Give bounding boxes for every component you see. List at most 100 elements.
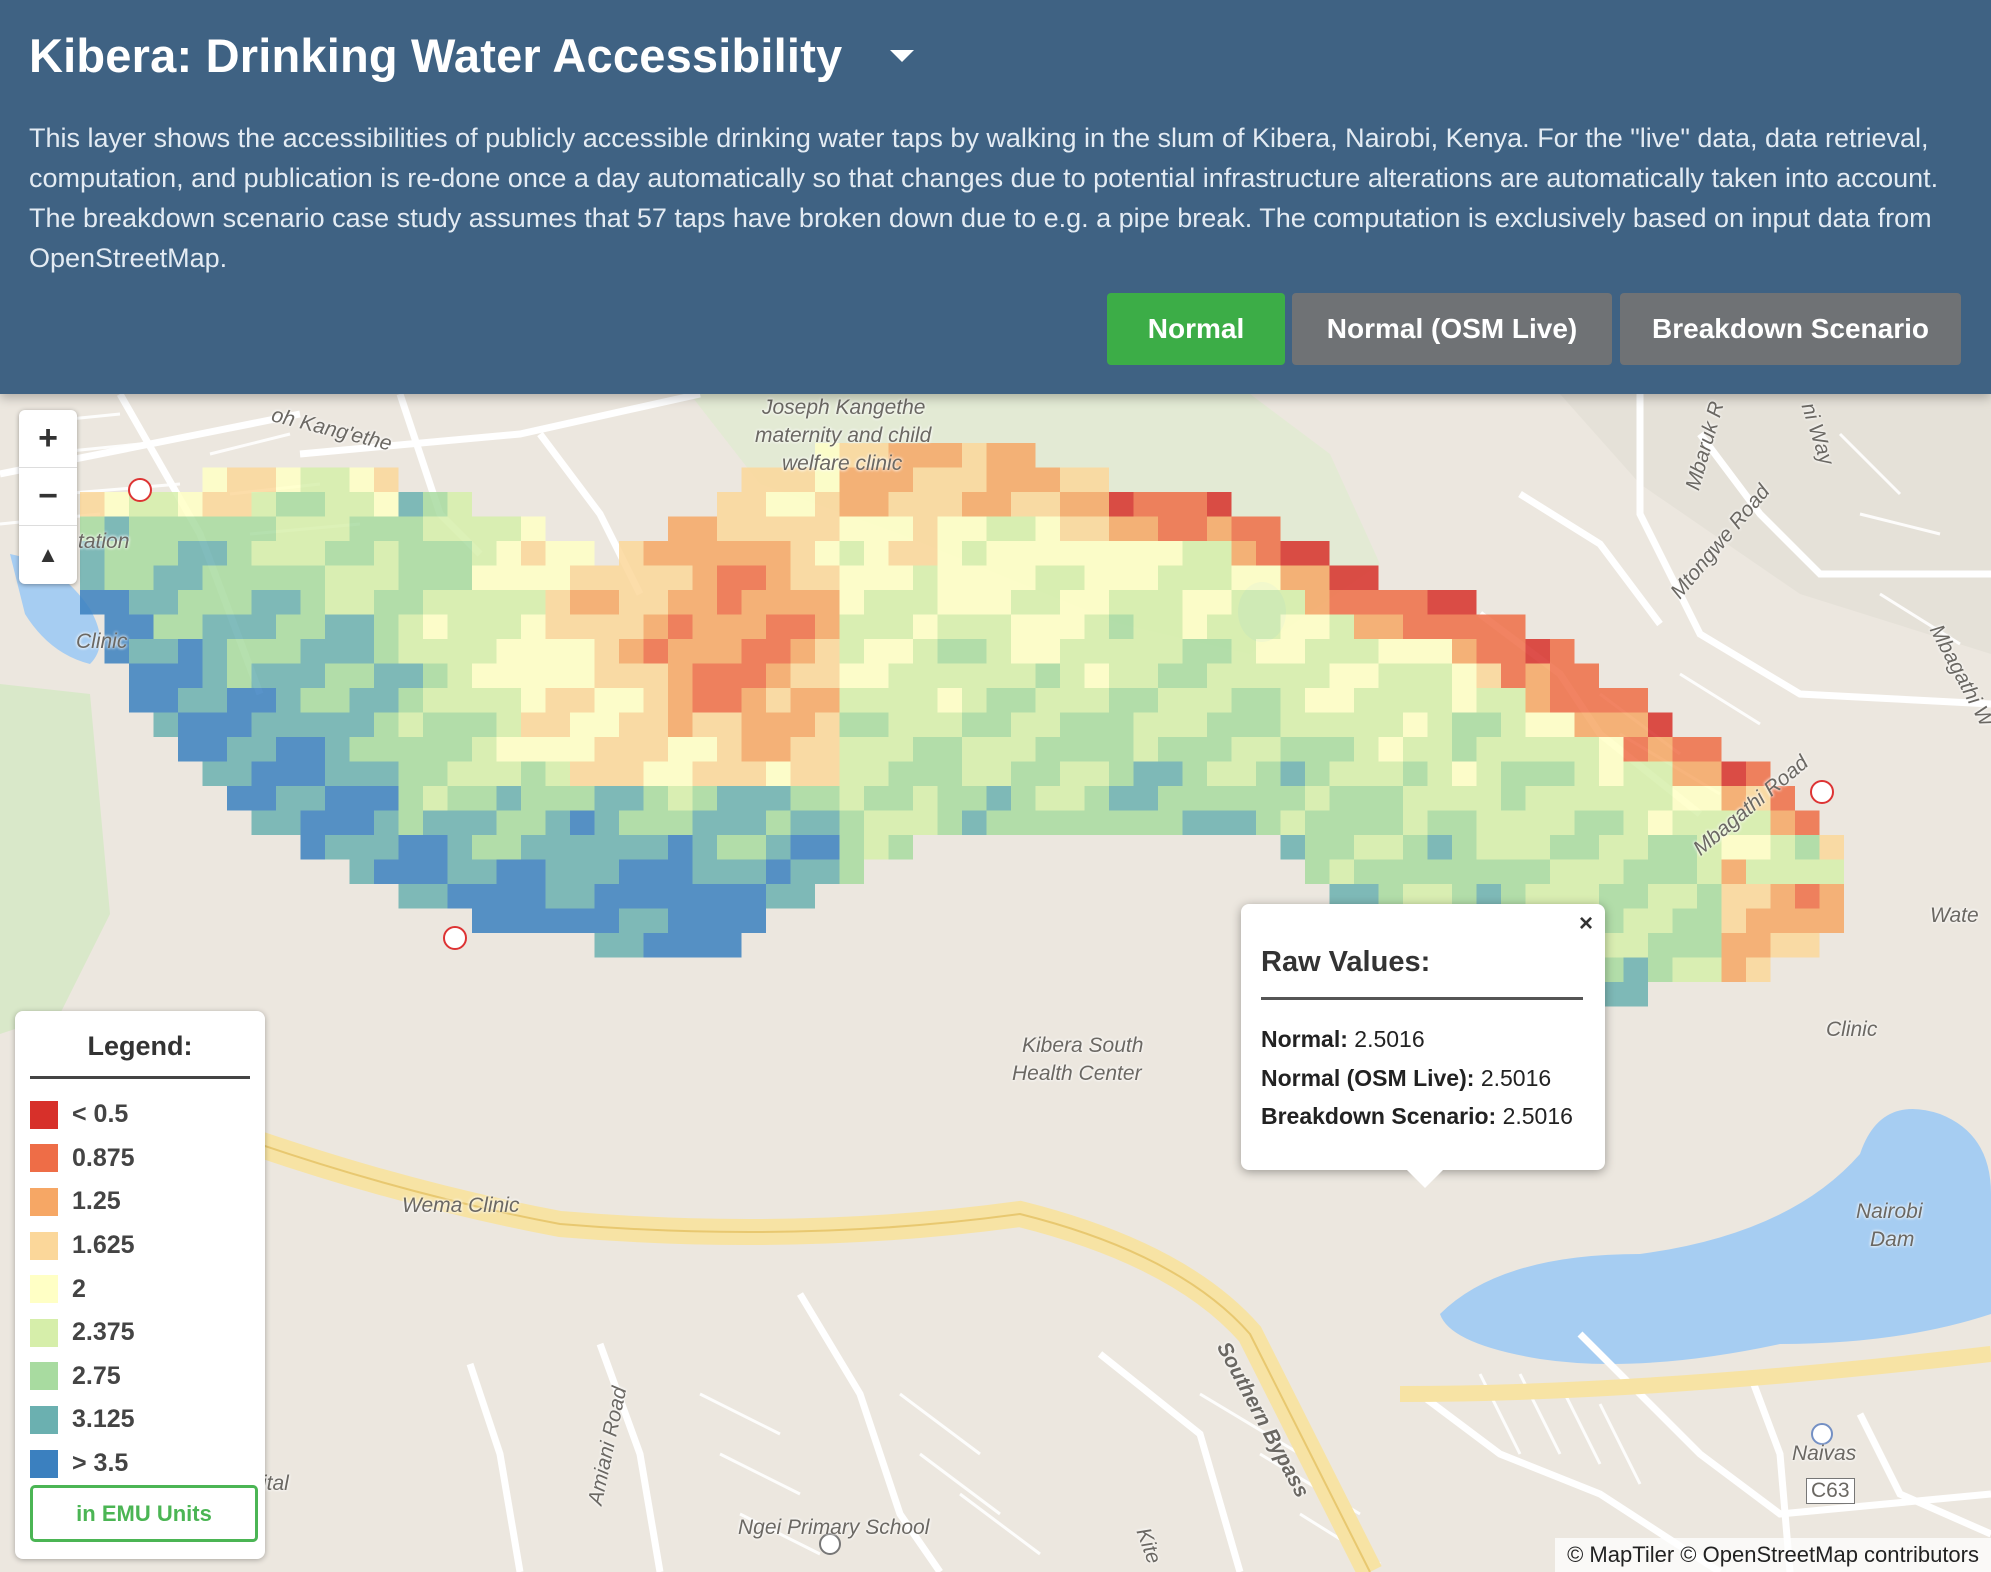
heatmap-cell[interactable] bbox=[570, 639, 595, 664]
heatmap-cell[interactable] bbox=[1084, 712, 1110, 738]
heatmap-cell[interactable] bbox=[1329, 590, 1355, 615]
heatmap-cell[interactable] bbox=[1305, 835, 1330, 860]
heatmap-cell[interactable] bbox=[349, 761, 375, 787]
heatmap-cell[interactable] bbox=[251, 565, 277, 591]
heatmap-cell[interactable] bbox=[937, 663, 963, 689]
heatmap-cell[interactable] bbox=[1207, 688, 1232, 713]
heatmap-cell[interactable] bbox=[1060, 590, 1085, 615]
heatmap-cell[interactable] bbox=[1182, 786, 1208, 811]
heatmap-cell[interactable] bbox=[1158, 712, 1183, 738]
heatmap-cell[interactable] bbox=[717, 737, 742, 762]
heatmap-cell[interactable] bbox=[276, 761, 301, 787]
heatmap-cell[interactable] bbox=[251, 492, 277, 517]
heatmap-cell[interactable] bbox=[1476, 737, 1502, 762]
heatmap-cell[interactable] bbox=[986, 516, 1012, 542]
heatmap-cell[interactable] bbox=[643, 908, 669, 934]
heatmap-cell[interactable] bbox=[1133, 614, 1159, 640]
heatmap-cell[interactable] bbox=[1035, 590, 1061, 615]
heatmap-cell[interactable] bbox=[276, 565, 301, 591]
heatmap-cell[interactable] bbox=[1672, 737, 1698, 762]
heatmap-cell[interactable] bbox=[986, 737, 1012, 762]
heatmap-cell[interactable] bbox=[1182, 688, 1208, 713]
heatmap-cell[interactable] bbox=[766, 859, 791, 885]
heatmap-cell[interactable] bbox=[913, 541, 938, 566]
heatmap-cell[interactable] bbox=[766, 737, 791, 762]
heatmap-cell[interactable] bbox=[1011, 712, 1036, 738]
heatmap-cell[interactable] bbox=[423, 492, 448, 517]
heatmap-cell[interactable] bbox=[692, 908, 718, 934]
heatmap-cell[interactable] bbox=[374, 516, 399, 542]
heatmap-cell[interactable] bbox=[1501, 688, 1526, 713]
heatmap-cell[interactable] bbox=[472, 663, 497, 689]
heatmap-cell[interactable] bbox=[986, 565, 1012, 591]
heatmap-cell[interactable] bbox=[1599, 737, 1624, 762]
heatmap-cell[interactable] bbox=[1182, 492, 1208, 517]
heatmap-cell[interactable] bbox=[962, 443, 987, 468]
heatmap-cell[interactable] bbox=[1574, 761, 1600, 787]
heatmap-cell[interactable] bbox=[692, 810, 718, 836]
heatmap-cell[interactable] bbox=[1060, 712, 1085, 738]
heatmap-cell[interactable] bbox=[300, 761, 326, 787]
heatmap-cell[interactable] bbox=[1329, 688, 1355, 713]
heatmap-cell[interactable] bbox=[80, 565, 105, 591]
heatmap-cell[interactable] bbox=[545, 565, 571, 591]
heatmap-cell[interactable] bbox=[619, 565, 644, 591]
heatmap-cell[interactable] bbox=[594, 663, 620, 689]
heatmap-cell[interactable] bbox=[1721, 908, 1747, 934]
heatmap-cell[interactable] bbox=[766, 516, 791, 542]
heatmap-cell[interactable] bbox=[227, 541, 252, 566]
heatmap-cell[interactable] bbox=[1574, 737, 1600, 762]
heatmap-cell[interactable] bbox=[790, 663, 816, 689]
heatmap-cell[interactable] bbox=[937, 688, 963, 713]
heatmap-cell[interactable] bbox=[80, 590, 105, 615]
heatmap-cell[interactable] bbox=[521, 614, 546, 640]
heatmap-cell[interactable] bbox=[398, 516, 424, 542]
heatmap-cell[interactable] bbox=[1207, 712, 1232, 738]
heatmap-cell[interactable] bbox=[1060, 565, 1085, 591]
heatmap-cell[interactable] bbox=[1256, 712, 1281, 738]
units-button[interactable]: in EMU Units bbox=[30, 1485, 258, 1542]
heatmap-cell[interactable] bbox=[619, 810, 644, 836]
heatmap-cell[interactable] bbox=[1182, 590, 1208, 615]
heatmap-cell[interactable] bbox=[913, 688, 938, 713]
heatmap-cell[interactable] bbox=[937, 492, 963, 517]
heatmap-cell[interactable] bbox=[741, 663, 767, 689]
heatmap-cell[interactable] bbox=[594, 565, 620, 591]
heatmap-cell[interactable] bbox=[741, 884, 767, 909]
heatmap-cell[interactable] bbox=[227, 590, 252, 615]
heatmap-cell[interactable] bbox=[1525, 737, 1551, 762]
heatmap-cell[interactable] bbox=[619, 541, 644, 566]
heatmap-cell[interactable] bbox=[1280, 761, 1306, 787]
heatmap-cell[interactable] bbox=[741, 761, 767, 787]
heatmap-cell[interactable] bbox=[300, 835, 326, 860]
compass-icon[interactable]: ▲ bbox=[19, 526, 77, 584]
heatmap-cell[interactable] bbox=[1403, 859, 1428, 885]
heatmap-cell[interactable] bbox=[1525, 663, 1551, 689]
heatmap-cell[interactable] bbox=[1623, 982, 1649, 1007]
heatmap-cell[interactable] bbox=[178, 614, 203, 640]
heatmap-cell[interactable] bbox=[1525, 639, 1551, 664]
heatmap-cell[interactable] bbox=[129, 663, 154, 689]
heatmap-cell[interactable] bbox=[888, 639, 914, 664]
heatmap-cell[interactable] bbox=[864, 761, 889, 787]
heatmap-cell[interactable] bbox=[398, 884, 424, 909]
heatmap-cell[interactable] bbox=[1035, 663, 1061, 689]
map-canvas[interactable]: oh Kang'ethe Joseph Kangethe maternity a… bbox=[0, 394, 1991, 1572]
heatmap-cell[interactable] bbox=[398, 761, 424, 787]
heatmap-cell[interactable] bbox=[1256, 810, 1281, 836]
heatmap-cell[interactable] bbox=[741, 467, 767, 493]
heatmap-cell[interactable] bbox=[864, 712, 889, 738]
heatmap-cell[interactable] bbox=[1795, 908, 1820, 934]
heatmap-cell[interactable] bbox=[153, 614, 179, 640]
heatmap-cell[interactable] bbox=[178, 492, 203, 517]
heatmap-cell[interactable] bbox=[374, 712, 399, 738]
heatmap-cell[interactable] bbox=[349, 737, 375, 762]
heatmap-cell[interactable] bbox=[325, 516, 350, 542]
heatmap-cell[interactable] bbox=[766, 810, 791, 836]
heatmap-cell[interactable] bbox=[692, 859, 718, 885]
heatmap-cell[interactable] bbox=[1109, 492, 1134, 517]
heatmap-cell[interactable] bbox=[104, 565, 130, 591]
heatmap-cell[interactable] bbox=[839, 835, 865, 860]
heatmap-cell[interactable] bbox=[472, 712, 497, 738]
heatmap-cell[interactable] bbox=[1427, 590, 1453, 615]
